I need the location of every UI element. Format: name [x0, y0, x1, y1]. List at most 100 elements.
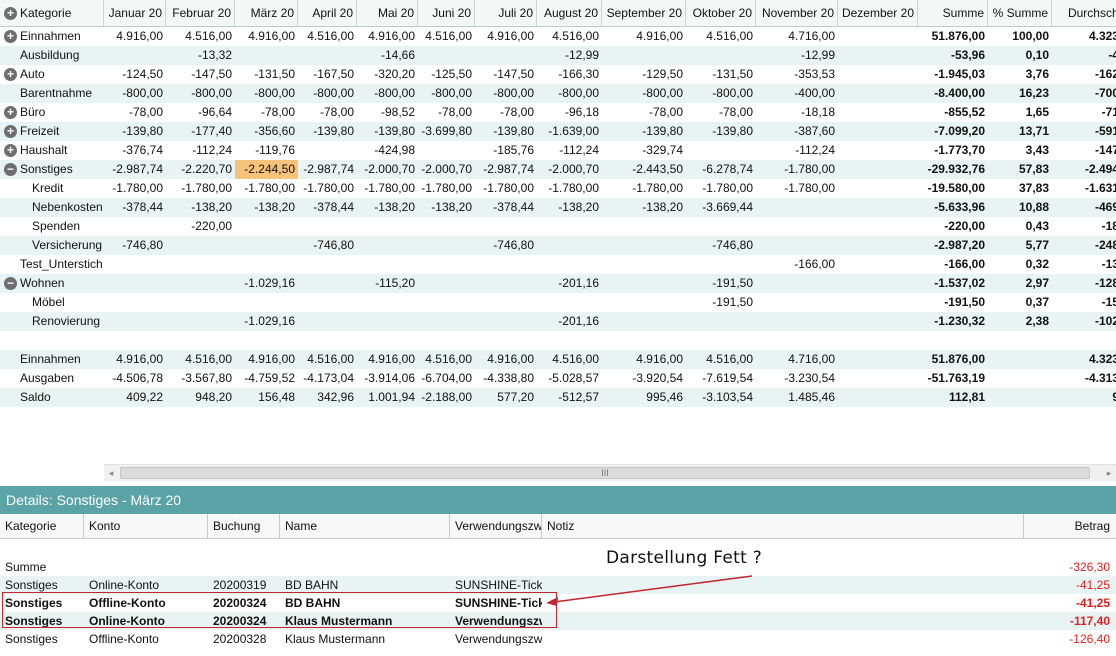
pivot-cell[interactable] [838, 27, 918, 46]
pivot-cell[interactable]: 4.916,00 [235, 350, 298, 369]
pivot-cell[interactable]: -220,00 [918, 217, 988, 236]
pivot-cell[interactable]: -3.230,54 [756, 369, 838, 388]
pivot-cell[interactable]: 0,32 [988, 255, 1052, 274]
pivot-row-label[interactable]: Barentnahme [0, 84, 104, 103]
scroll-left-arrow-icon[interactable]: ◂ [104, 465, 118, 481]
pivot-cell[interactable]: -3.103,54 [686, 388, 756, 407]
pivot-row-label[interactable]: Ausgaben [0, 369, 104, 388]
pivot-cell[interactable] [756, 331, 838, 350]
pivot-cell[interactable] [756, 217, 838, 236]
pivot-cell[interactable]: 4.516,00 [418, 350, 475, 369]
pivot-row[interactable]: + Auto -124,50 -147,50 -131,50 -167,50 -320,20… [0, 65, 1116, 84]
pivot-header-cell[interactable]: Juni 20 [418, 0, 475, 26]
pivot-cell[interactable]: -2.443,50 [602, 160, 686, 179]
pivot-cell[interactable] [418, 312, 475, 331]
collapse-icon[interactable]: − [4, 163, 17, 176]
pivot-cell[interactable]: -800,00 [475, 84, 537, 103]
pivot-cell[interactable]: -1.780,00 [602, 179, 686, 198]
pivot-cell[interactable] [686, 255, 756, 274]
pivot-row[interactable]: Test_Unterstich-166,00-166,000,32-13,8 [0, 255, 1116, 274]
pivot-cell[interactable]: -147,50 [166, 65, 235, 84]
pivot-cell[interactable] [838, 350, 918, 369]
pivot-cell[interactable] [298, 217, 357, 236]
pivot-row-label[interactable]: Saldo [0, 388, 104, 407]
pivot-cell[interactable]: -8.400,00 [918, 84, 988, 103]
pivot-cell[interactable]: -800,00 [357, 84, 418, 103]
pivot-cell[interactable] [838, 236, 918, 255]
pivot-cell[interactable]: -6.704,00 [418, 369, 475, 388]
pivot-cell[interactable]: 4.516,00 [166, 350, 235, 369]
expand-icon[interactable]: + [4, 144, 17, 157]
pivot-cell[interactable] [602, 293, 686, 312]
pivot-cell[interactable]: 1.001,94 [357, 388, 418, 407]
pivot-cell[interactable]: -102,5 [1052, 312, 1116, 331]
pivot-header-kategorie[interactable]: + Kategorie [0, 0, 104, 26]
pivot-cell[interactable]: -353,53 [756, 65, 838, 84]
pivot-cell[interactable]: 4.916,00 [475, 27, 537, 46]
pivot-cell[interactable] [475, 331, 537, 350]
pivot-cell[interactable]: -14,66 [357, 46, 418, 65]
pivot-cell[interactable]: -166,00 [756, 255, 838, 274]
pivot-cell[interactable] [686, 217, 756, 236]
pivot-cell[interactable]: -1.230,32 [918, 312, 988, 331]
pivot-header-cell[interactable]: % Summe [988, 0, 1052, 26]
pivot-header-cell[interactable]: August 20 [537, 0, 602, 26]
pivot-cell[interactable]: -1.780,00 [537, 179, 602, 198]
pivot-row-label[interactable]: Kredit [0, 179, 104, 198]
pivot-cell[interactable]: -1.780,00 [104, 179, 166, 198]
col-header-name[interactable]: Name [280, 514, 450, 539]
pivot-row-label[interactable]: + Freizeit [0, 122, 104, 141]
pivot-row[interactable]: − Sonstiges -2.987,74 -2.220,70 -2.244,50 -2.… [0, 160, 1116, 179]
pivot-cell[interactable]: 4.916,00 [357, 27, 418, 46]
pivot-cell[interactable] [357, 236, 418, 255]
pivot-cell[interactable]: -469,5 [1052, 198, 1116, 217]
pivot-row-label[interactable]: Ausbildung [0, 46, 104, 65]
pivot-cell[interactable] [235, 293, 298, 312]
pivot-cell[interactable]: -5.028,57 [537, 369, 602, 388]
pivot-cell[interactable]: 948,20 [166, 388, 235, 407]
pivot-cell[interactable]: 9,4 [1052, 388, 1116, 407]
pivot-cell[interactable] [602, 312, 686, 331]
pivot-cell[interactable]: 0,43 [988, 217, 1052, 236]
pivot-cell[interactable] [602, 274, 686, 293]
pivot-cell[interactable]: -746,80 [686, 236, 756, 255]
pivot-cell[interactable] [418, 236, 475, 255]
pivot-row[interactable]: Barentnahme -800,00 -800,00 -800,00 -800,00-… [0, 84, 1116, 103]
scroll-right-arrow-icon[interactable]: ▸ [1102, 465, 1116, 481]
pivot-cell[interactable] [235, 331, 298, 350]
pivot-cell[interactable] [838, 141, 918, 160]
pivot-cell[interactable] [418, 217, 475, 236]
collapse-icon[interactable]: − [4, 277, 17, 290]
pivot-cell[interactable]: -591,6 [1052, 122, 1116, 141]
pivot-cell[interactable]: -15,9 [1052, 293, 1116, 312]
pivot-cell[interactable]: -4,5 [1052, 46, 1116, 65]
pivot-cell[interactable]: -112,24 [166, 141, 235, 160]
pivot-cell[interactable]: -1.780,00 [756, 179, 838, 198]
pivot-cell[interactable]: 100,00 [988, 27, 1052, 46]
pivot-cell[interactable]: -12,99 [756, 46, 838, 65]
pivot-row[interactable]: Saldo 409,22 948,20 156,48 342,96 1.001,94 -2.… [0, 388, 1116, 407]
pivot-cell[interactable] [838, 122, 918, 141]
pivot-cell[interactable]: -1.780,00 [357, 179, 418, 198]
pivot-header-cell[interactable]: Januar 20 [104, 0, 166, 26]
pivot-cell[interactable]: -1.945,03 [918, 65, 988, 84]
pivot-cell[interactable]: -162,0 [1052, 65, 1116, 84]
pivot-cell[interactable] [602, 217, 686, 236]
pivot-cell[interactable] [298, 255, 357, 274]
pivot-cell[interactable]: -78,00 [104, 103, 166, 122]
pivot-cell[interactable]: -139,80 [298, 122, 357, 141]
pivot-cell[interactable] [475, 274, 537, 293]
pivot-cell[interactable] [838, 65, 918, 84]
pivot-cell[interactable]: 2,38 [988, 312, 1052, 331]
pivot-cell[interactable]: -131,50 [686, 65, 756, 84]
pivot-cell[interactable] [418, 331, 475, 350]
pivot-cell[interactable] [235, 255, 298, 274]
pivot-cell[interactable]: 156,48 [235, 388, 298, 407]
pivot-row-label[interactable]: Spenden [0, 217, 104, 236]
pivot-cell[interactable] [537, 217, 602, 236]
pivot-cell[interactable]: -800,00 [418, 84, 475, 103]
pivot-row-label[interactable]: Nebenkosten [0, 198, 104, 217]
pivot-cell[interactable] [537, 331, 602, 350]
pivot-cell[interactable]: -78,00 [602, 103, 686, 122]
pivot-row[interactable]: Ausgaben -4.506,78 -3.567,80 -4.759,52 -4.17… [0, 369, 1116, 388]
